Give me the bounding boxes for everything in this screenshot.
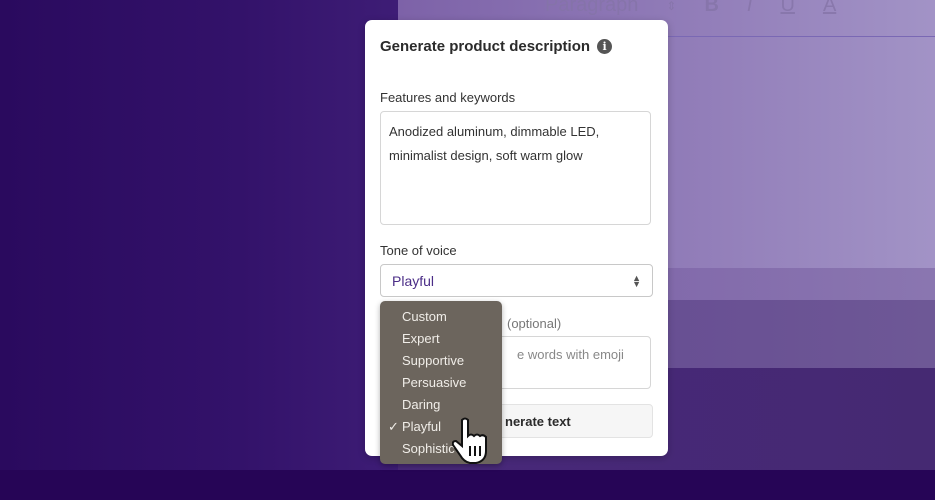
tone-option-persuasive[interactable]: Persuasive [380, 372, 502, 394]
italic-button: I [746, 0, 753, 16]
text-color-button: A [822, 0, 837, 16]
background-left [0, 0, 400, 470]
editor-divider [665, 36, 935, 37]
format-select: Paragraph [545, 0, 639, 16]
format-select-arrows-icon: ⇕ [666, 0, 677, 13]
select-arrows-icon: ▲ ▼ [632, 272, 641, 289]
dialog-title: Generate product description i [380, 38, 613, 55]
instructions-label: (optional) [507, 316, 562, 331]
tone-select[interactable]: Playful ▲ ▼ [380, 264, 653, 297]
tone-select-value: Playful [392, 272, 435, 289]
checkmark-icon: ✓ [388, 419, 399, 434]
tone-option-label: Playful [402, 419, 442, 434]
tone-label: Tone of voice [380, 243, 457, 258]
features-label: Features and keywords [380, 90, 516, 105]
underline-button: U [780, 0, 795, 16]
features-textarea[interactable]: Anodized aluminum, dimmable LED, minimal… [380, 111, 651, 225]
editor-toolbar: Paragraph ⇕ B I U A [545, 0, 836, 17]
tone-option-custom[interactable]: Custom [380, 306, 502, 328]
tone-option-expert[interactable]: Expert [380, 328, 502, 350]
tone-option-supportive[interactable]: Supportive [380, 350, 502, 372]
hand-pointer-cursor-icon [452, 417, 487, 464]
tone-option-daring[interactable]: Daring [380, 394, 502, 416]
dialog-title-text: Generate product description [380, 38, 591, 55]
info-icon[interactable]: i [597, 39, 613, 54]
bold-button: B [704, 0, 719, 16]
